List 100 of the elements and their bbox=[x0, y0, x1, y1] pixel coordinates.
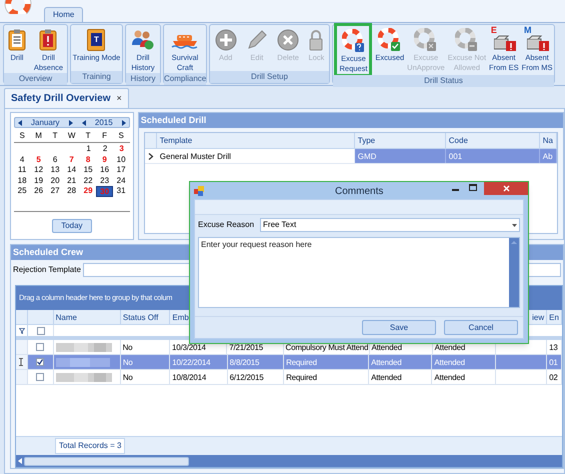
next-icon[interactable] bbox=[122, 120, 126, 126]
calendar-day[interactable]: 17 bbox=[112, 165, 130, 176]
weekday-label: S bbox=[117, 131, 125, 141]
pencil-icon bbox=[246, 28, 268, 50]
table-cell: 8/8/2015 bbox=[228, 355, 284, 369]
column-header[interactable]: Type bbox=[354, 133, 446, 148]
calendar-day[interactable]: 19 bbox=[30, 176, 47, 186]
crew-row[interactable]: No 10/8/2014 6/12/2015 Required Attended Attended 02 bbox=[16, 370, 562, 385]
scroll-left-icon[interactable] bbox=[18, 458, 22, 464]
lock-icon bbox=[308, 28, 324, 50]
dialog-title: Comments bbox=[335, 185, 384, 199]
redacted-name bbox=[56, 358, 112, 366]
previous-icon[interactable] bbox=[18, 120, 22, 126]
calendar-day[interactable]: 27 bbox=[46, 186, 64, 196]
calendar-day[interactable]: 16 bbox=[96, 165, 113, 176]
column-header[interactable]: Status Off bbox=[120, 310, 170, 324]
ribbon-tab[interactable]: Home bbox=[44, 7, 84, 22]
row-checkbox[interactable] bbox=[36, 358, 44, 366]
close-icon[interactable] bbox=[502, 185, 510, 192]
vertical-scrollbar[interactable] bbox=[509, 238, 519, 307]
calendar-day[interactable]: 7 bbox=[63, 154, 80, 165]
calendar-day[interactable]: 26 bbox=[30, 186, 47, 196]
calendar-day[interactable]: 22 bbox=[80, 176, 96, 186]
horizontal-scrollbar[interactable] bbox=[16, 455, 562, 467]
weekday-label: T bbox=[84, 131, 92, 141]
ribbon-group-label: Compliance bbox=[164, 73, 206, 85]
clipboard-letter-icon: T bbox=[87, 28, 106, 50]
table-cell: Required bbox=[284, 355, 370, 369]
column-header[interactable]: Name bbox=[54, 310, 121, 324]
table-cell: 6/12/2015 bbox=[228, 370, 284, 384]
table-cell: No bbox=[120, 340, 170, 354]
dialog-button[interactable]: Save bbox=[362, 320, 436, 335]
calendar-day[interactable]: 13 bbox=[46, 165, 64, 176]
calendar-day[interactable]: 21 bbox=[63, 176, 80, 186]
calendar-day[interactable]: 9 bbox=[96, 154, 113, 165]
dialog-button[interactable]: Cancel bbox=[444, 320, 518, 335]
lifebuoy-check-icon bbox=[378, 28, 402, 51]
ribbon-group-label: Drill Setup bbox=[210, 71, 329, 83]
calendar-day[interactable]: 2 bbox=[96, 144, 114, 154]
calendar-day[interactable]: 6 bbox=[46, 154, 64, 165]
plus-icon bbox=[214, 28, 237, 50]
next-icon[interactable] bbox=[68, 120, 73, 126]
calendar-day[interactable]: 8 bbox=[80, 154, 96, 165]
calendar-day[interactable]: 29 bbox=[80, 186, 96, 196]
maximize-icon[interactable] bbox=[469, 184, 477, 191]
dropdown-caret-icon[interactable] bbox=[512, 224, 517, 226]
calendar-day[interactable]: 20 bbox=[46, 176, 64, 186]
close-button[interactable] bbox=[484, 182, 528, 195]
calendar-day[interactable]: 24 bbox=[112, 176, 130, 186]
calendar-day[interactable]: 18 bbox=[14, 176, 30, 186]
tab-title: Safety Drill Overview bbox=[11, 92, 110, 106]
calendar-day[interactable]: 23 bbox=[96, 176, 113, 186]
ribbon-group-label: History bbox=[126, 73, 160, 85]
table-cell: No bbox=[120, 370, 170, 384]
column-header[interactable]: En bbox=[547, 310, 562, 324]
calendar-day[interactable]: 25 bbox=[14, 186, 30, 196]
calendar-day[interactable]: 11 bbox=[14, 165, 30, 176]
document-tab[interactable]: Safety Drill Overview × bbox=[4, 88, 129, 108]
lifebuoy-logo-icon[interactable] bbox=[4, 0, 32, 14]
clipboard-icon bbox=[8, 28, 26, 50]
today-button[interactable]: Today bbox=[52, 218, 92, 232]
table-cell: Attended bbox=[369, 355, 432, 369]
panel-header: Scheduled Drill bbox=[138, 113, 563, 128]
column-header[interactable]: Code bbox=[446, 133, 540, 148]
calendar-day[interactable]: 4 bbox=[14, 154, 30, 165]
ribbon-group-label: Training bbox=[71, 71, 122, 83]
excuse-reason-dropdown[interactable]: Free Text bbox=[260, 218, 520, 232]
calendar-day[interactable]: 12 bbox=[30, 165, 47, 176]
field-label: Rejection Template bbox=[13, 264, 81, 276]
filter-icon[interactable] bbox=[18, 328, 24, 334]
calendar-day[interactable]: 14 bbox=[63, 165, 80, 176]
lifebuoy-x-icon bbox=[414, 28, 438, 51]
calendar-day[interactable]: 31 bbox=[112, 186, 130, 196]
close-tab-button[interactable]: × bbox=[116, 92, 122, 106]
row-indicator-icon bbox=[148, 152, 154, 160]
previous-icon[interactable] bbox=[82, 120, 86, 126]
table-cell: Ab bbox=[540, 149, 557, 163]
row-checkbox[interactable] bbox=[36, 343, 44, 351]
table-cell: 10/22/2014 bbox=[170, 355, 228, 369]
app-icon bbox=[194, 186, 204, 196]
calendar-day[interactable]: 3 bbox=[113, 144, 130, 154]
column-header[interactable]: Na bbox=[540, 133, 557, 148]
calendar-day[interactable]: 1 bbox=[80, 144, 97, 154]
table-cell: 13 bbox=[547, 340, 562, 354]
ribbon-group-label: Drill Status bbox=[333, 75, 554, 87]
people-icon bbox=[131, 28, 155, 50]
calendar-day[interactable]: 28 bbox=[63, 186, 80, 196]
calendar-day[interactable]: 15 bbox=[80, 165, 96, 176]
text-cursor-icon bbox=[19, 358, 24, 366]
month-label: January bbox=[31, 116, 60, 128]
row-checkbox[interactable] bbox=[36, 373, 44, 381]
calendar-day[interactable]: 10 bbox=[112, 154, 130, 165]
table-cell: GMD bbox=[354, 149, 446, 163]
select-all-checkbox[interactable] bbox=[36, 326, 44, 334]
weekday-label: W bbox=[66, 131, 76, 141]
table-cell: Required bbox=[284, 370, 370, 384]
calendar-day[interactable]: 5 bbox=[30, 154, 47, 165]
drill-row[interactable]: General Muster Drill GMD 001 Ab bbox=[144, 149, 557, 164]
column-header[interactable]: Template bbox=[156, 133, 355, 148]
table-cell: No bbox=[120, 355, 170, 369]
